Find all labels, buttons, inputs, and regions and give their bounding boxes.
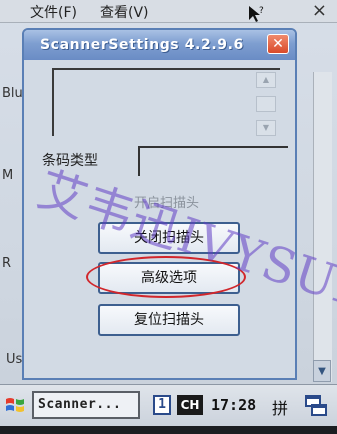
listbox-scrollbar[interactable]: ▲ ▼ (256, 72, 276, 138)
ime-indicator[interactable]: 拼 (272, 395, 288, 419)
background-label-blu: Blu (2, 86, 23, 101)
window-switch-icon[interactable] (303, 393, 329, 419)
help-pointer-icon[interactable]: ? (246, 4, 266, 24)
scanner-listbox[interactable] (52, 68, 280, 136)
reset-scanner-button[interactable]: 复位扫描头 (98, 304, 240, 336)
input-language-indicator[interactable]: CH (177, 395, 203, 415)
advanced-options-button[interactable]: 高级选项 (98, 262, 240, 294)
svg-text:?: ? (259, 6, 264, 16)
dialog-close-icon[interactable]: ✕ (267, 34, 289, 54)
scanner-settings-dialog: ScannerSettings 4.2.9.6 ✕ ▲ ▼ 条码类型 开启扫描头… (22, 28, 297, 380)
background-menubar: 文件(F) 查看(V) ? × (0, 0, 337, 23)
menu-file[interactable]: 文件(F) (30, 2, 77, 22)
menu-view[interactable]: 查看(V) (100, 2, 149, 22)
scroll-down-arrow-icon[interactable]: ▼ (313, 360, 331, 382)
tray-indicator[interactable]: 1 (153, 395, 171, 415)
background-label-r: R (2, 256, 12, 271)
barcode-type-label: 条码类型 (42, 153, 98, 169)
scroll-up-icon[interactable]: ▲ (256, 72, 276, 88)
device-screen: 文件(F) 查看(V) ? × Blu M R UseSwitch 电针 ▼ S… (0, 0, 337, 434)
clock[interactable]: 17:28 (211, 396, 256, 414)
background-scrollbar[interactable] (313, 72, 332, 382)
scroll-thumb[interactable] (256, 96, 276, 112)
background-label-m: M (2, 168, 14, 183)
windows-start-icon[interactable] (4, 394, 26, 416)
dialog-title: ScannerSettings 4.2.9.6 (40, 37, 244, 53)
barcode-type-combo[interactable] (138, 146, 288, 176)
close-scanner-button[interactable]: 关闭扫描头 (98, 222, 240, 254)
background-close-icon[interactable]: × (312, 0, 327, 21)
scroll-down-icon[interactable]: ▼ (256, 120, 276, 136)
device-bezel (0, 426, 337, 434)
enable-scanner-label: 开启扫描头 (134, 196, 200, 211)
taskbar-scanner-button[interactable]: Scanner... (32, 391, 140, 419)
taskbar: Scanner... 1 CH 17:28 拼 (0, 384, 337, 427)
dialog-titlebar[interactable]: ScannerSettings 4.2.9.6 ✕ (24, 30, 295, 60)
